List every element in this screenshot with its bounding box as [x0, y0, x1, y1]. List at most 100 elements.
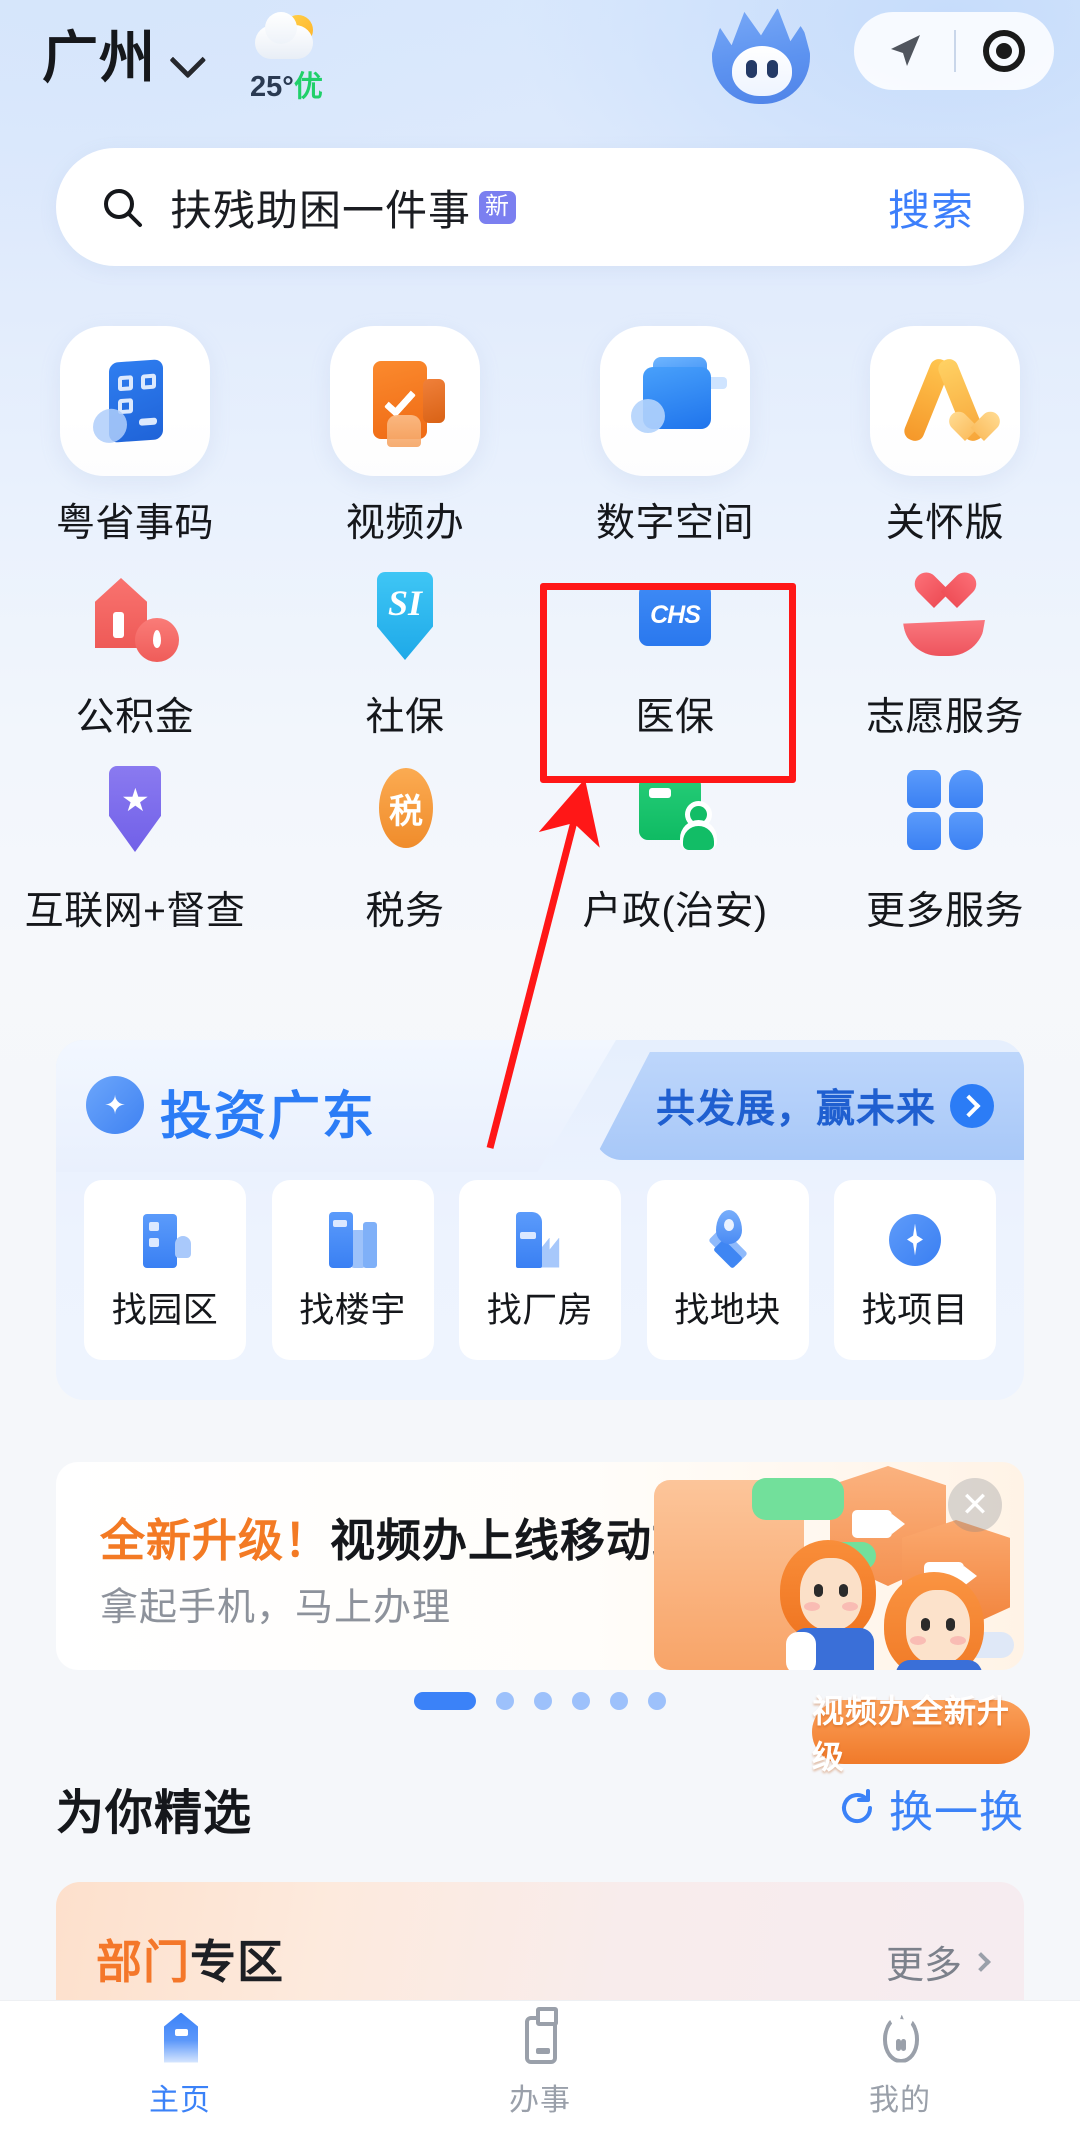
chevron-right-icon [971, 1951, 991, 1972]
grid-item-shipinban[interactable]: 视频办 [270, 320, 540, 548]
refresh-button[interactable]: 换一换 [837, 1776, 1024, 1840]
department-zone-card[interactable]: 部门专区 更多 [56, 1882, 1024, 2014]
record-target-button[interactable] [954, 12, 1054, 90]
navigation-arrow-icon [891, 35, 920, 66]
invest-slogan-button[interactable]: 共发展，赢未来 [594, 1052, 1024, 1160]
weather-widget[interactable]: 25°优 [250, 11, 323, 105]
carousel-dot[interactable] [572, 1692, 590, 1710]
service-grid: 粤省事码 视频办 数字空间 关怀版 公积金 SI 社保 CHS 医保 志愿服务 … [0, 320, 1080, 936]
invest-item-label: 找园区 [111, 1290, 219, 1330]
service-grid-row: 粤省事码 视频办 数字空间 关怀版 [0, 320, 1080, 548]
carousel-dot-active[interactable] [414, 1692, 476, 1710]
promo-title-highlight: 全新升级！ [100, 1515, 331, 1566]
promo-banner[interactable]: 全新升级！视频办上线移动端 拿起手机，马上办理 ✕ [56, 1462, 1024, 1670]
digital-space-folder-icon [600, 326, 750, 476]
search-button[interactable]: 搜索 [888, 177, 974, 238]
invest-card-title: 投资广东 [160, 1088, 377, 1146]
refresh-icon [842, 1789, 873, 1824]
grid-item-shuzikongjian[interactable]: 数字空间 [540, 320, 810, 548]
sun-behind-cloud-icon [253, 11, 319, 61]
grid-item-hulianwang-duzha[interactable]: ★ 互联网+督查 [0, 762, 270, 936]
chs-medical-insurance-icon: CHS [627, 568, 723, 664]
carousel-dot[interactable] [534, 1692, 552, 1710]
carousel-dot[interactable] [610, 1692, 628, 1710]
qr-code-card-icon [60, 326, 210, 476]
clipboard-icon [512, 2006, 568, 2067]
search-query-text: 扶残助困一件事 [170, 186, 472, 234]
search-input[interactable]: 扶残助困一件事 新 [170, 177, 517, 238]
bottom-tab-bar: 主页 办事 我的 [0, 2000, 1080, 2142]
department-zone-title: 部门专区 [96, 1926, 284, 1992]
featured-section-header: 为你精选 换一换 [56, 1772, 1024, 1844]
department-more-label: 更多 [885, 1945, 962, 1987]
grid-item-label: 户政(治安) [582, 890, 768, 933]
search-bar[interactable]: 扶残助困一件事 新 搜索 [56, 148, 1024, 266]
grid-item-guanhuaiban[interactable]: 关怀版 [810, 320, 1080, 548]
chevron-down-icon [169, 41, 207, 79]
navigation-arrow-button[interactable] [854, 12, 954, 90]
grid-item-shuiwu[interactable]: 税 税务 [270, 762, 540, 936]
invest-item-land[interactable]: 找地块 [646, 1180, 809, 1360]
carousel-dots[interactable] [0, 1692, 1080, 1710]
tab-profile[interactable]: 我的 [720, 2001, 1080, 2142]
promo-title: 全新升级！视频办上线移动端 [100, 1504, 698, 1569]
invest-item-park[interactable]: 找园区 [84, 1180, 246, 1360]
weather-text: 25°优 [250, 63, 323, 105]
invest-item-project[interactable]: 找项目 [834, 1180, 996, 1360]
search-icon [104, 189, 142, 227]
grid-item-shebao[interactable]: SI 社保 [270, 568, 540, 742]
service-grid-row: 公积金 SI 社保 CHS 医保 志愿服务 [0, 568, 1080, 742]
grid-item-label: 更多服务 [865, 890, 1024, 933]
city-selector[interactable]: 广州 [42, 25, 207, 89]
care-ribbon-icon [870, 326, 1020, 476]
tab-label: 办事 [509, 2083, 571, 2117]
tab-label: 主页 [149, 2083, 211, 2117]
tab-services[interactable]: 办事 [360, 2001, 720, 2142]
tab-label: 我的 [869, 2083, 931, 2117]
invest-item-factory[interactable]: 找厂房 [459, 1180, 621, 1360]
close-icon[interactable]: ✕ [948, 1478, 1002, 1532]
grid-item-zhiyuanfuwu[interactable]: 志愿服务 [810, 568, 1080, 742]
invest-guangdong-card[interactable]: ✦ 投资广东 共发展，赢未来 找园区 找楼宇 找厂房 找地块 找项目 [56, 1040, 1024, 1400]
invest-slogan: 共发展，赢未来 [655, 1088, 936, 1131]
new-badge: 新 [479, 190, 517, 224]
invest-item-list: 找园区 找楼宇 找厂房 找地块 找项目 [56, 1180, 1024, 1360]
invest-item-building[interactable]: 找楼宇 [271, 1180, 434, 1360]
profile-mascot-icon [872, 2011, 928, 2067]
mascot-avatar[interactable] [708, 6, 814, 110]
grid-item-label: 视频办 [345, 502, 465, 545]
carousel-dot[interactable] [496, 1692, 514, 1710]
home-icon [152, 2011, 208, 2067]
volunteer-heart-hand-icon [897, 568, 993, 664]
social-insurance-shield-icon: SI [357, 568, 453, 664]
invest-guangdong-logo: ✦ [86, 1076, 144, 1134]
chs-logo-text: CHS [650, 600, 701, 629]
land-pin-icon [696, 1208, 760, 1272]
tax-logo-text: 税 [389, 792, 423, 831]
supervision-shield-star-icon: ★ [87, 762, 183, 858]
department-title-rest: 专区 [190, 1936, 284, 1988]
grid-item-huzheng-zhian[interactable]: 户政(治安) [540, 762, 810, 936]
city-name: 广州 [42, 25, 156, 89]
park-building-icon [133, 1208, 197, 1272]
weather-level: 优 [293, 70, 323, 103]
tab-home[interactable]: 主页 [0, 2001, 360, 2142]
grid-item-gongjijin[interactable]: 公积金 [0, 568, 270, 742]
tax-icon: 税 [357, 762, 453, 858]
record-target-icon [983, 30, 1025, 72]
grid-item-gengduofuwu[interactable]: 更多服务 [810, 762, 1080, 936]
department-more-link[interactable]: 更多 [885, 1934, 991, 1989]
service-grid-row: ★ 互联网+督查 税 税务 户政(治安) 更多服务 [0, 762, 1080, 936]
grid-item-yibao[interactable]: CHS 医保 [540, 568, 810, 742]
carousel-dot[interactable] [648, 1692, 666, 1710]
grid-item-label: 医保 [635, 696, 715, 739]
office-tower-icon [321, 1208, 385, 1272]
refresh-label: 换一换 [889, 1788, 1024, 1837]
factory-icon [508, 1208, 572, 1272]
department-title-highlight: 部门 [96, 1936, 190, 1988]
page-title: 为你精选 [56, 1787, 253, 1840]
grid-item-label: 社保 [365, 696, 445, 739]
invest-item-label: 找项目 [861, 1290, 969, 1330]
invest-item-label: 找楼宇 [299, 1290, 406, 1330]
grid-item-yueshengshima[interactable]: 粤省事码 [0, 320, 270, 548]
